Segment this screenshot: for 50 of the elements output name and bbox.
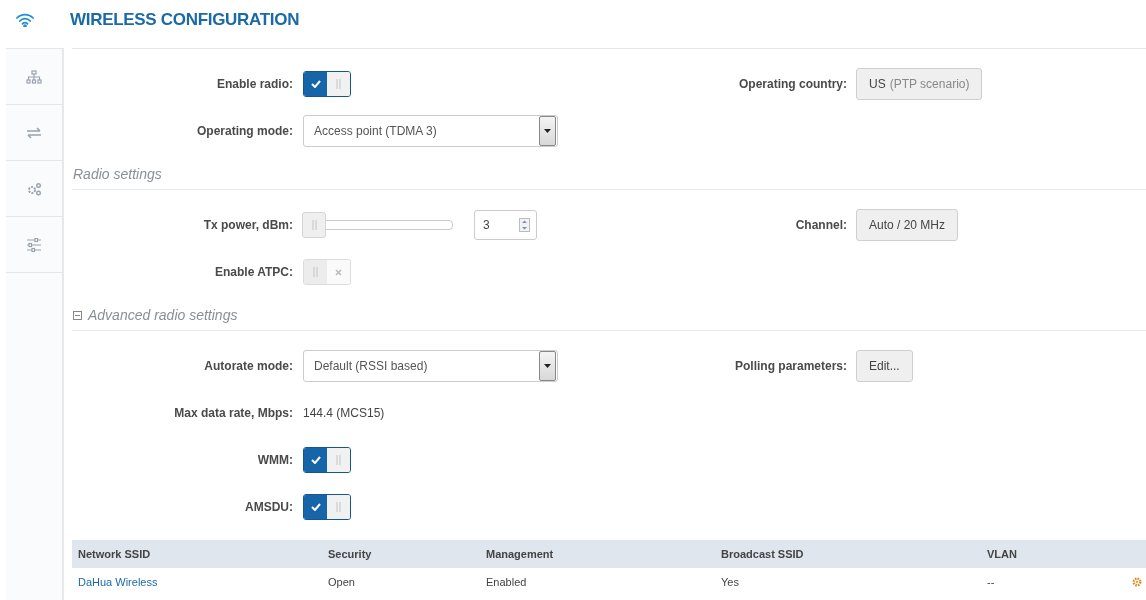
column-header: Security	[328, 548, 373, 560]
dropdown[interactable]: Access point (TDMA 3)	[303, 115, 558, 147]
field-label: AMSDU:	[244, 500, 293, 514]
collapse-icon[interactable]	[73, 310, 82, 320]
page-title: WIRELESS CONFIGURATION	[70, 10, 300, 30]
value-button[interactable]: Auto / 20 MHz	[856, 209, 959, 241]
column-header: Broadcast SSID	[721, 548, 805, 560]
field-label: Autorate mode:	[203, 359, 293, 373]
check-icon	[310, 80, 321, 88]
dropdown[interactable]: Default (RSSI based)	[303, 350, 558, 382]
section-heading: Advanced radio settings	[88, 307, 238, 323]
gears-icon	[26, 181, 42, 196]
field-label: Enable radio:	[216, 77, 293, 91]
field-label: Channel:	[794, 218, 847, 232]
field-label: Enable ATPC:	[214, 265, 293, 279]
column-header: VLAN	[987, 548, 1018, 560]
swap-arrows-icon	[26, 126, 42, 139]
field-label: Tx power, dBm:	[202, 218, 293, 232]
column-header: Network SSID	[78, 548, 152, 560]
ssid-link[interactable]: DaHua Wireless	[78, 576, 158, 588]
caret-icon	[544, 129, 551, 133]
spinner-icon	[519, 218, 530, 232]
value-text: 144.4 (MCS15)	[303, 406, 385, 420]
field-label: WMM:	[256, 453, 293, 467]
toggle-switch[interactable]	[303, 447, 351, 473]
table-cell-text: Open	[328, 576, 356, 588]
cross-icon	[335, 268, 342, 276]
field-label: Operating mode:	[196, 124, 293, 138]
field-label: Max data rate, Mbps:	[173, 406, 293, 420]
network-tree-icon	[26, 69, 42, 84]
number-field[interactable]: 3	[474, 210, 537, 240]
wifi-icon	[16, 13, 34, 27]
toggle-switch[interactable]	[303, 71, 351, 97]
check-icon	[310, 456, 321, 464]
value-button[interactable]: Edit...	[856, 350, 913, 382]
field-label: Polling parameters:	[733, 359, 847, 373]
caret-icon	[544, 364, 551, 368]
slider[interactable]	[303, 212, 453, 238]
value-button[interactable]: US (PTP scenario)	[856, 68, 983, 100]
check-icon	[310, 503, 321, 511]
sliders-icon	[26, 237, 42, 252]
gear-icon[interactable]	[1132, 577, 1142, 587]
slider-thumb[interactable]	[302, 212, 326, 238]
section-heading: Radio settings	[73, 166, 162, 182]
field-label: Operating country:	[738, 77, 847, 91]
column-header: Management	[486, 548, 555, 560]
table-cell-text: Yes	[721, 576, 740, 588]
table-cell-text: Enabled	[486, 576, 528, 588]
table-cell-text: --	[987, 576, 996, 588]
toggle-switch[interactable]	[303, 494, 351, 520]
